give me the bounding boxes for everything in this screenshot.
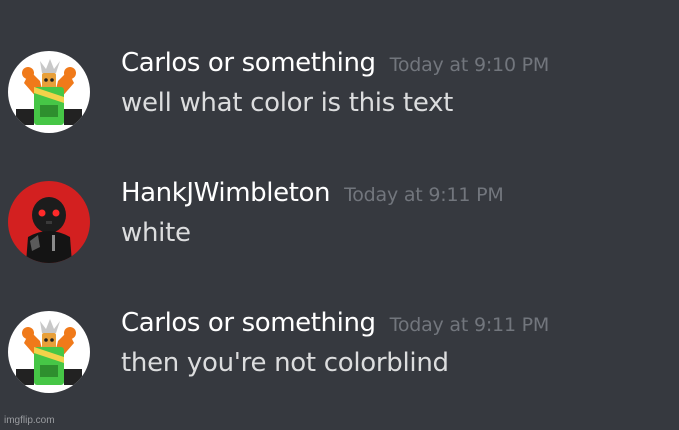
timestamp: Today at 9:11 PM [389,314,550,336]
timestamp: Today at 9:10 PM [389,54,550,76]
user-avatar[interactable] [8,181,90,263]
message-item: Carlos or something Today at 9:10 PM well… [0,48,679,158]
orange-robot-avatar-icon [8,51,90,133]
orange-robot-avatar-icon [8,311,90,393]
message-item: Carlos or something Today at 9:11 PM then… [0,308,679,418]
timestamp: Today at 9:11 PM [344,184,504,206]
red-eyed-hooded-figure-avatar-icon [8,181,90,263]
message-header: HankJWimbleton Today at 9:11 PM [121,178,504,212]
message-text: white [121,218,191,248]
message-header: Carlos or something Today at 9:11 PM [121,308,549,342]
user-avatar[interactable] [8,51,90,133]
user-avatar[interactable] [8,311,90,393]
username[interactable]: Carlos or something [121,48,376,78]
username[interactable]: HankJWimbleton [121,178,330,208]
message-header: Carlos or something Today at 9:10 PM [121,48,549,82]
watermark: imgflip.com [4,415,55,426]
message-text: well what color is this text [121,88,454,118]
message-text: then you're not colorblind [121,348,449,378]
message-item: HankJWimbleton Today at 9:11 PM white [0,178,679,288]
username[interactable]: Carlos or something [121,308,376,338]
